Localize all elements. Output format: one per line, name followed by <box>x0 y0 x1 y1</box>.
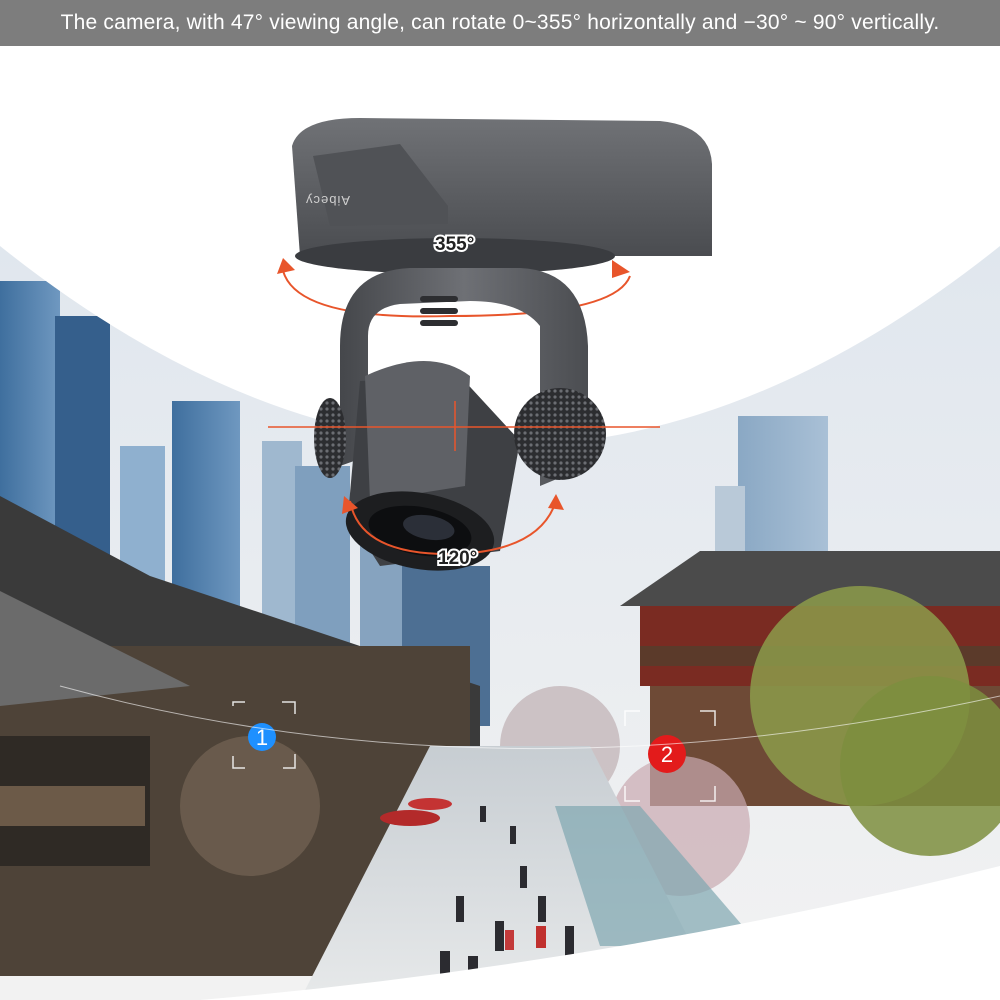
pan-arrow-left-icon <box>277 258 295 274</box>
scene-illustration: Aibecy 355° 120° 1 2 <box>0 118 1000 1000</box>
speaker-mesh-right <box>514 388 606 480</box>
city-photo <box>0 246 1000 1000</box>
speaker-mesh-left <box>314 398 346 478</box>
brand-logo: Aibecy <box>305 193 350 208</box>
camera-lens-head <box>345 361 520 571</box>
pan-arrow-right-icon <box>612 260 630 278</box>
marker-2-number: 2 <box>661 742 673 767</box>
tilt-angle-label: 120° <box>438 548 477 569</box>
caption-text: The camera, with 47° viewing angle, can … <box>60 11 940 34</box>
camera-base <box>292 118 712 274</box>
scene: Aibecy 355° 120° 1 2 <box>0 46 1000 1000</box>
pan-angle-label: 355° <box>435 234 474 255</box>
caption-bar: The camera, with 47° viewing angle, can … <box>0 0 1000 46</box>
